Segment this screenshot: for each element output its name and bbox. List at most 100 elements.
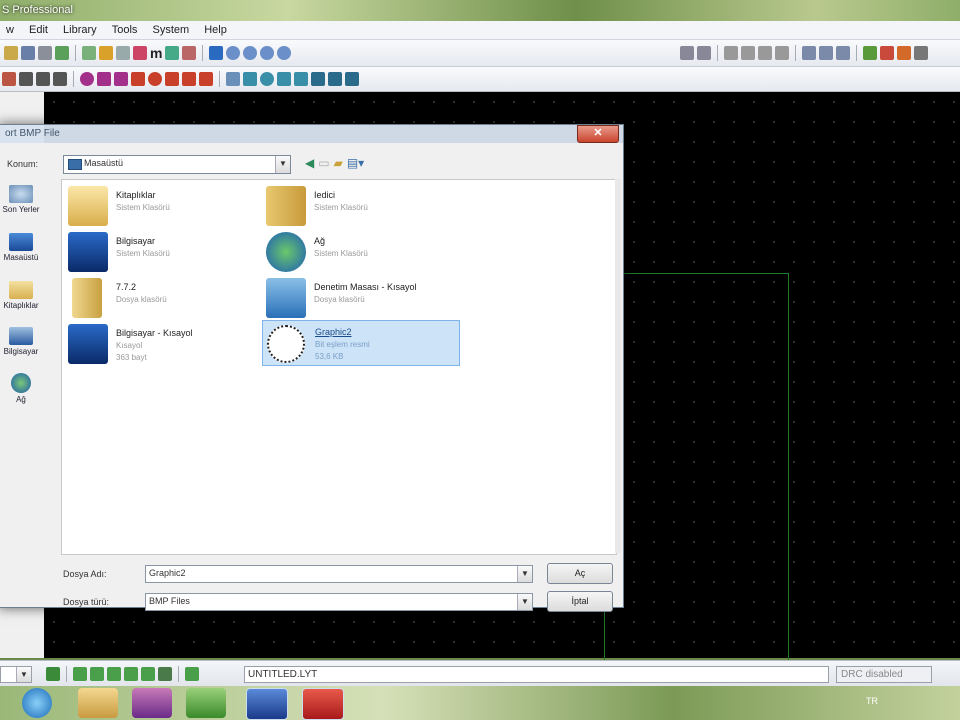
file-item[interactable]: Ağ Sistem Klasörü <box>262 230 458 274</box>
arc-icon[interactable] <box>277 72 291 86</box>
open-button[interactable]: Aç <box>547 563 613 584</box>
circle-pad-icon[interactable] <box>148 72 162 86</box>
menu-library[interactable]: Library <box>57 21 103 39</box>
place-desktop[interactable]: Masaüstü <box>0 233 43 262</box>
search-icon[interactable] <box>802 46 816 60</box>
filename-input[interactable]: Graphic2 ▼ <box>145 565 533 583</box>
hole-icon[interactable] <box>53 72 67 86</box>
back-icon[interactable]: ◀ <box>305 156 314 170</box>
place-network[interactable]: Ağ <box>0 373 43 404</box>
file-item[interactable]: 7.7.2 Dosya klasörü <box>64 276 260 320</box>
layers-icon[interactable] <box>55 46 69 60</box>
text-icon[interactable] <box>36 72 50 86</box>
warning-icon[interactable] <box>99 46 113 60</box>
move-icon[interactable] <box>758 46 772 60</box>
drc-icon[interactable] <box>880 46 894 60</box>
app-icon[interactable] <box>186 688 226 718</box>
place-libraries[interactable]: Kitaplıklar <box>0 281 43 310</box>
component-icon[interactable] <box>133 46 147 60</box>
layer-icon[interactable] <box>46 667 60 681</box>
dil-pad-icon[interactable] <box>114 72 128 86</box>
marker-icon[interactable] <box>328 72 342 86</box>
autoroute-icon[interactable] <box>863 46 877 60</box>
tool-icon[interactable] <box>836 46 850 60</box>
round-pad-icon[interactable] <box>80 72 94 86</box>
layer-selector[interactable]: ▼ <box>0 666 32 683</box>
chevron-down-icon: ▼ <box>517 566 532 582</box>
cancel-button[interactable]: İptal <box>547 591 613 612</box>
filter-icon[interactable] <box>141 667 155 681</box>
ares-icon[interactable] <box>302 688 344 720</box>
cut-icon[interactable] <box>724 46 738 60</box>
menu-system[interactable]: System <box>146 21 195 39</box>
place-computer[interactable]: Bilgisayar <box>0 327 43 356</box>
box-icon[interactable] <box>243 72 257 86</box>
media-icon[interactable] <box>132 688 172 718</box>
pause-icon[interactable] <box>107 667 121 681</box>
refresh-icon[interactable] <box>82 46 96 60</box>
undo-icon[interactable] <box>680 46 694 60</box>
menu-view[interactable]: w <box>0 21 20 39</box>
open-icon[interactable] <box>4 46 18 60</box>
file-item[interactable]: Bilgisayar - Kısayol Kısayol 363 bayt <box>64 322 260 366</box>
file-item[interactable]: Denetim Masası - Kısayol Dosya klasörü <box>262 276 458 320</box>
play-icon[interactable] <box>73 667 87 681</box>
line-icon[interactable] <box>226 72 240 86</box>
zoom-area-icon[interactable] <box>277 46 292 60</box>
menu-edit[interactable]: Edit <box>23 21 54 39</box>
origin-icon[interactable] <box>165 46 180 60</box>
track-icon[interactable] <box>2 72 16 86</box>
cross-icon[interactable] <box>158 667 172 681</box>
toolbar-separator <box>795 45 796 61</box>
circle-icon[interactable] <box>260 72 274 86</box>
pan-icon[interactable] <box>209 46 224 60</box>
square-pad-icon[interactable] <box>97 72 111 86</box>
zoom-in-icon[interactable] <box>226 46 241 60</box>
place-recent[interactable]: Son Yerler <box>0 185 43 214</box>
save-icon[interactable] <box>21 46 35 60</box>
toolbar-separator <box>202 45 204 61</box>
file-item[interactable]: Iedici Sistem Klasörü <box>262 184 458 228</box>
route-icon[interactable] <box>185 667 199 681</box>
step-icon[interactable] <box>90 667 104 681</box>
print-icon[interactable] <box>38 46 52 60</box>
measure-icon[interactable] <box>182 46 197 60</box>
redo-icon[interactable] <box>697 46 711 60</box>
file-item-selected[interactable]: Graphic2 Bit eşlem resmi 53,6 KB <box>262 320 460 366</box>
zoom-all-icon[interactable] <box>260 46 275 60</box>
padstack-icon[interactable] <box>199 72 213 86</box>
netlist-icon[interactable] <box>914 46 928 60</box>
edge-pad-icon[interactable] <box>131 72 145 86</box>
tray-language[interactable]: TR <box>866 696 878 706</box>
file-list-scrollbar[interactable] <box>615 179 621 553</box>
filetype-select[interactable]: BMP Files ▼ <box>145 593 533 611</box>
graphic-text-icon[interactable] <box>311 72 325 86</box>
menu-tools[interactable]: Tools <box>106 21 144 39</box>
tag-icon[interactable] <box>819 46 833 60</box>
ie-icon[interactable] <box>22 688 52 718</box>
close-icon[interactable]: ✕ <box>577 125 619 143</box>
metric-icon[interactable]: m <box>150 45 162 61</box>
path-icon[interactable] <box>294 72 308 86</box>
chevron-down-icon: ▼ <box>517 594 532 610</box>
copy-icon[interactable] <box>741 46 755 60</box>
grid-icon[interactable] <box>116 46 130 60</box>
polygon-pad-icon[interactable] <box>182 72 196 86</box>
power-icon[interactable] <box>897 46 911 60</box>
rotate-icon[interactable] <box>775 46 789 60</box>
dimension-icon[interactable] <box>345 72 359 86</box>
up-folder-icon[interactable]: ▭ <box>318 156 329 170</box>
file-item[interactable]: Kitaplıklar Sistem Klasörü <box>64 184 260 228</box>
smt-pad-icon[interactable] <box>165 72 179 86</box>
file-item[interactable]: Bilgisayar Sistem Klasörü <box>64 230 260 274</box>
stop-icon[interactable] <box>124 667 138 681</box>
explorer-icon[interactable] <box>78 688 118 718</box>
zoom-out-icon[interactable] <box>243 46 258 60</box>
isis-icon[interactable] <box>246 688 288 720</box>
via-icon[interactable] <box>19 72 33 86</box>
location-dropdown[interactable]: Masaüstü ▼ <box>63 155 291 174</box>
menu-help[interactable]: Help <box>198 21 233 39</box>
new-folder-icon[interactable]: ▰ <box>334 156 343 170</box>
status-drc[interactable]: DRC disabled <box>836 666 932 683</box>
view-menu-icon[interactable]: ▤▾ <box>347 156 364 170</box>
